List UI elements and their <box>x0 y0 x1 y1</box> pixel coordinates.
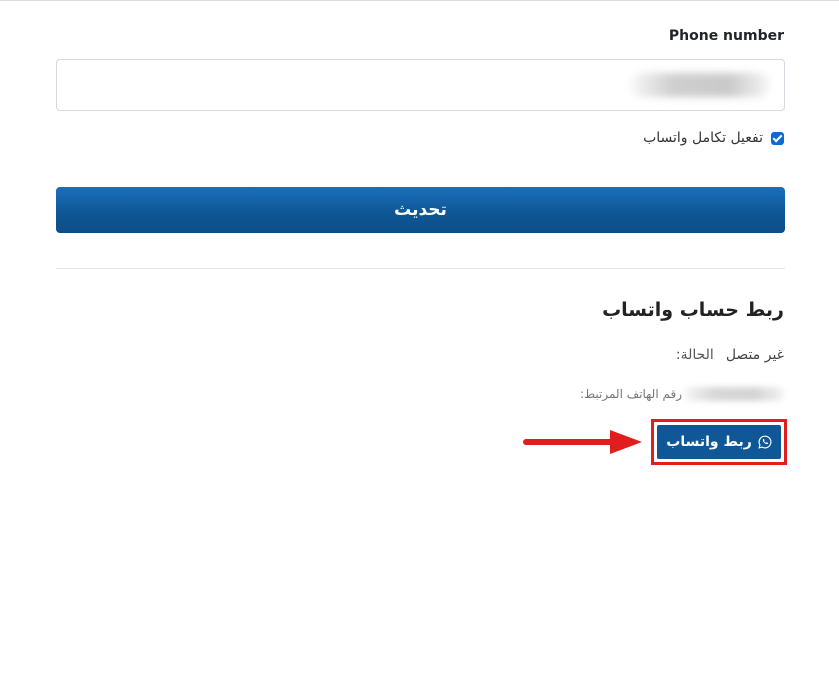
phone-number-input[interactable] <box>56 59 785 111</box>
linked-phone-row: رقم الهاتف المرتبط: <box>580 387 784 401</box>
linked-phone-label: رقم الهاتف المرتبط: <box>579 387 682 401</box>
whatsapp-integration-checkbox[interactable] <box>771 131 784 145</box>
whatsapp-icon <box>758 435 772 449</box>
settings-page: Phone number تفعيل تكامل واتساب تحديث رب… <box>0 0 839 684</box>
phone-number-label: Phone number <box>668 28 784 44</box>
connection-status: الحالة: غير متصل <box>676 347 784 363</box>
blurred-linked-phone <box>684 387 784 401</box>
blurred-phone-value <box>630 73 770 97</box>
whatsapp-integration-label: تفعيل تكامل واتساب <box>643 130 763 146</box>
link-whatsapp-section-title: ربط حساب واتساب <box>602 299 784 321</box>
link-whatsapp-button[interactable]: ربط واتساب <box>657 425 781 459</box>
link-whatsapp-button-label: ربط واتساب <box>666 434 752 450</box>
status-label: الحالة: <box>675 347 714 363</box>
section-divider <box>56 268 785 269</box>
whatsapp-integration-toggle-row[interactable]: تفعيل تكامل واتساب <box>643 130 784 146</box>
update-button[interactable]: تحديث <box>56 187 785 233</box>
status-value: غير متصل <box>725 347 784 363</box>
arrow-right-icon <box>523 430 642 454</box>
